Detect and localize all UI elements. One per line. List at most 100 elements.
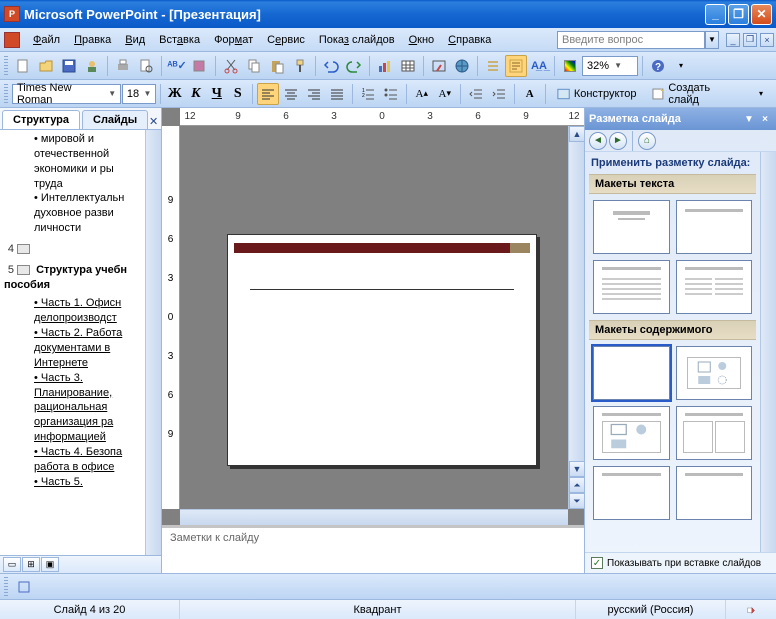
tab-slides[interactable]: Слайды	[82, 110, 148, 129]
outline-scrollbar[interactable]	[145, 130, 161, 555]
outline-content[interactable]: мировой и отечественной экономики и ры т…	[0, 130, 145, 555]
mdi-icon[interactable]	[4, 32, 20, 48]
layout-two-column[interactable]	[676, 260, 753, 314]
vertical-scrollbar[interactable]: ▲ ▼ ⏶ ⏷	[568, 126, 584, 509]
layout-title-two-content[interactable]	[676, 406, 753, 460]
scroll-down-button[interactable]: ▼	[569, 461, 585, 477]
outline-bullet[interactable]: Часть 2. Работа документами в Интернете	[34, 326, 145, 371]
outline-bullet[interactable]: мировой и отечественной экономики и ры т…	[34, 132, 145, 191]
minimize-button[interactable]: _	[705, 4, 726, 25]
italic-button[interactable]: К	[186, 83, 206, 105]
insert-chart-button[interactable]	[374, 55, 396, 77]
menu-edit[interactable]: Правка	[67, 32, 118, 48]
menu-help[interactable]: Справка	[441, 32, 498, 48]
tables-borders-button[interactable]	[428, 55, 450, 77]
maximize-button[interactable]: ❐	[728, 4, 749, 25]
zoom-combo[interactable]: 32%▼	[582, 56, 638, 76]
permission-button[interactable]	[81, 55, 103, 77]
menu-slideshow[interactable]: Показ слайдов	[312, 32, 402, 48]
mdi-close[interactable]: ×	[760, 33, 774, 47]
underline-button[interactable]: Ч	[207, 83, 227, 105]
menu-view[interactable]: Вид	[118, 32, 152, 48]
font-color-button[interactable]: A	[519, 83, 541, 105]
slideshow-view-button[interactable]: ▣	[41, 557, 59, 572]
layout-title-only[interactable]	[676, 200, 753, 254]
nav-home-button[interactable]: ⌂	[638, 132, 656, 150]
paste-button[interactable]	[266, 55, 288, 77]
insert-table-button[interactable]	[397, 55, 419, 77]
font-combo[interactable]: Times New Roman▼	[12, 84, 121, 104]
menu-insert[interactable]: Вставка	[152, 32, 207, 48]
shadow-button[interactable]: S	[228, 83, 248, 105]
new-slide-button[interactable]: Создать слайд	[644, 83, 749, 105]
bullets-button[interactable]	[380, 83, 402, 105]
mdi-restore[interactable]: ❐	[743, 33, 757, 47]
undo-button[interactable]	[320, 55, 342, 77]
outline-bullet[interactable]: Часть 1. Офисн делопроизводст	[34, 296, 145, 326]
increase-indent-button[interactable]	[488, 83, 510, 105]
decrease-indent-button[interactable]	[465, 83, 487, 105]
normal-view-button[interactable]: ▭	[3, 557, 21, 572]
sorter-view-button[interactable]: ⊞	[22, 557, 40, 572]
format-painter-button[interactable]	[289, 55, 311, 77]
nav-back-button[interactable]: ◄	[589, 132, 607, 150]
outline-bullet[interactable]: Часть 5.	[34, 475, 145, 490]
print-button[interactable]	[112, 55, 134, 77]
ask-question-dropdown[interactable]: ▼	[705, 31, 719, 49]
print-preview-button[interactable]	[135, 55, 157, 77]
slide-thumb-icon[interactable]	[17, 244, 30, 254]
menu-format[interactable]: Формат	[207, 32, 260, 48]
align-left-button[interactable]	[257, 83, 279, 105]
horizontal-scrollbar[interactable]	[180, 509, 568, 525]
toolbar-options-2[interactable]: ▾	[750, 83, 772, 105]
pane-close-button[interactable]: ✕	[148, 113, 159, 129]
layout-content[interactable]	[676, 346, 753, 400]
show-formatting-button[interactable]	[505, 55, 527, 77]
numbering-button[interactable]: 12	[357, 83, 379, 105]
research-button[interactable]	[189, 55, 211, 77]
cut-button[interactable]	[220, 55, 242, 77]
menu-tools[interactable]: Сервис	[260, 32, 312, 48]
show-on-insert-checkbox[interactable]: ✓	[591, 557, 603, 569]
new-button[interactable]	[12, 55, 34, 77]
outline-bullet[interactable]: Часть 3. Планирование, рациональная орга…	[34, 371, 145, 445]
prev-slide-button[interactable]: ⏶	[569, 477, 585, 493]
open-button[interactable]	[35, 55, 57, 77]
design-button[interactable]: Конструктор	[550, 83, 643, 105]
scroll-up-button[interactable]: ▲	[569, 126, 585, 142]
slide-canvas[interactable]	[180, 126, 584, 573]
toolbar-options[interactable]: ▾	[670, 55, 692, 77]
notes-pane[interactable]: Заметки к слайду	[162, 525, 584, 573]
outline-bullet[interactable]: Интеллектуальн духовное разви личности	[34, 191, 145, 236]
vertical-ruler[interactable]: 9630369	[162, 126, 180, 509]
menu-window[interactable]: Окно	[402, 32, 442, 48]
ask-question-input[interactable]: Введите вопрос	[557, 31, 705, 49]
redo-button[interactable]	[343, 55, 365, 77]
layout-title-slide[interactable]	[593, 200, 670, 254]
close-button[interactable]: ✕	[751, 4, 772, 25]
align-center-button[interactable]	[280, 83, 302, 105]
tab-outline[interactable]: Структура	[2, 110, 80, 129]
layout-content-row[interactable]	[593, 466, 670, 520]
align-justify-button[interactable]	[326, 83, 348, 105]
layout-blank[interactable]	[593, 346, 670, 400]
spelling-button[interactable]: ᴬᴮ✓	[166, 55, 188, 77]
font-size-combo[interactable]: 18▼	[122, 84, 156, 104]
save-button[interactable]	[58, 55, 80, 77]
task-pane-scrollbar[interactable]	[760, 152, 776, 552]
layout-four-content[interactable]	[676, 466, 753, 520]
decrease-font-button[interactable]: A▾	[434, 83, 456, 105]
layout-title-text[interactable]	[593, 260, 670, 314]
layout-title-content[interactable]	[593, 406, 670, 460]
nav-forward-button[interactable]: ►	[609, 132, 627, 150]
task-pane-menu[interactable]: ▼	[742, 112, 756, 126]
toolbar-grip[interactable]	[4, 56, 8, 76]
toolbar-grip[interactable]	[4, 84, 8, 104]
copy-button[interactable]	[243, 55, 265, 77]
horizontal-ruler[interactable]: 12963036912	[180, 108, 584, 126]
bold-button[interactable]: Ж	[165, 83, 185, 105]
show-grid-button[interactable]: А̲А̲	[528, 55, 550, 77]
align-right-button[interactable]	[303, 83, 325, 105]
insert-hyperlink-button[interactable]	[451, 55, 473, 77]
status-language[interactable]: русский (Россия)	[576, 600, 726, 619]
